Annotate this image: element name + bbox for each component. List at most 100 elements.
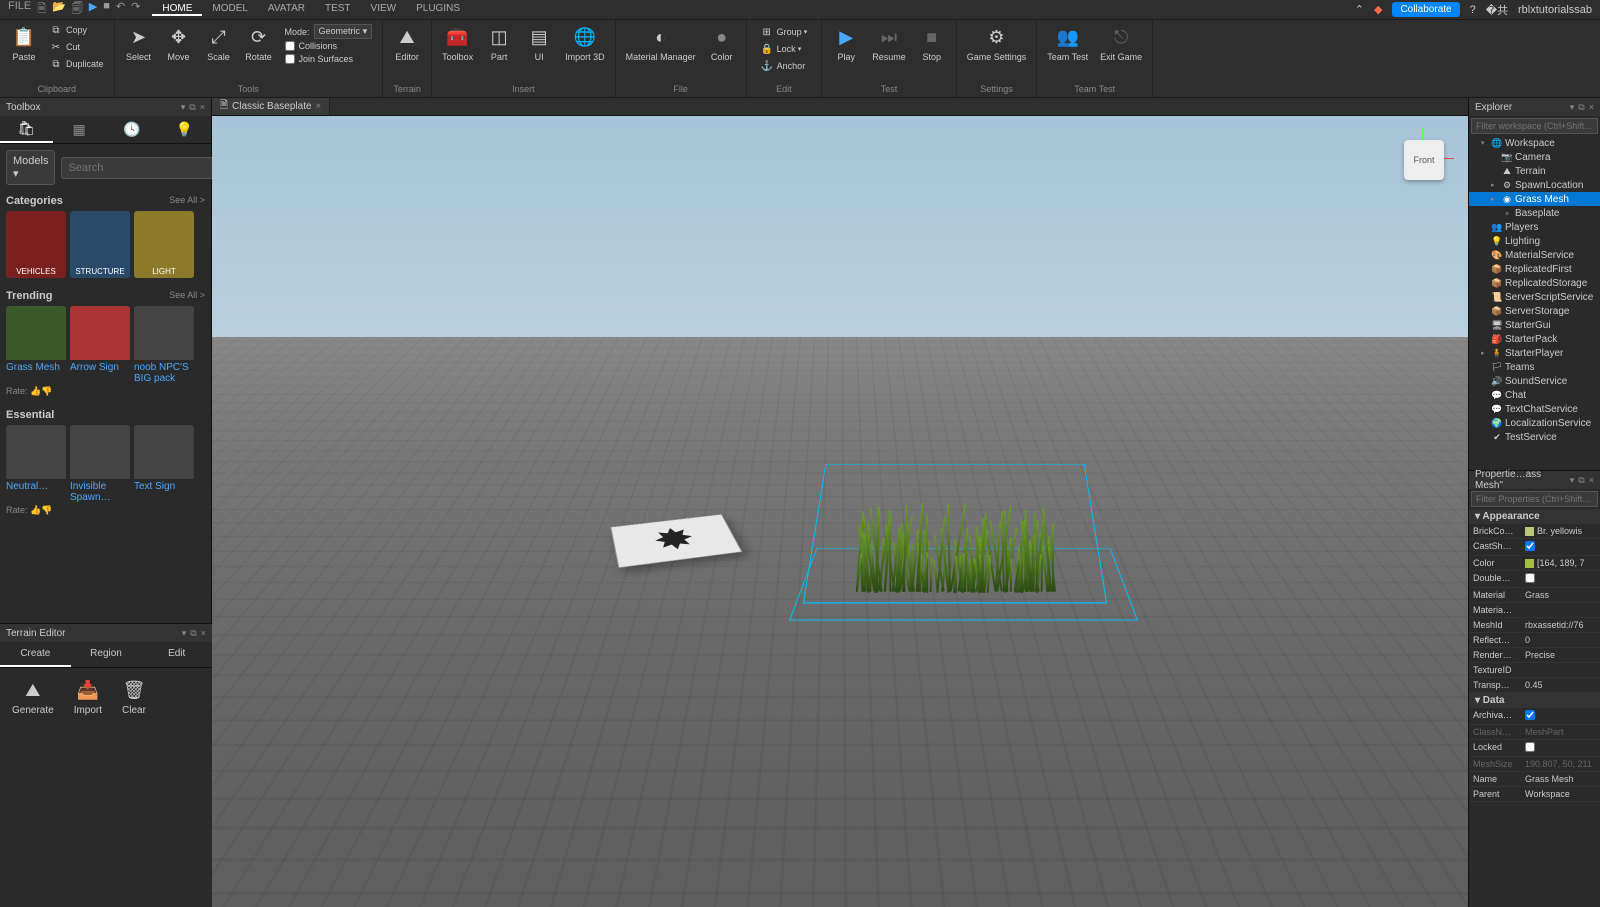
see-all-link[interactable]: See All > <box>169 195 205 207</box>
notification-icon[interactable]: ◆ <box>1374 3 1382 16</box>
asset-item[interactable]: Text Sign <box>134 425 194 505</box>
toolbox-button[interactable]: 🧰Toolbox <box>438 22 477 64</box>
explorer-filter-input[interactable] <box>1471 118 1598 134</box>
team-test-button[interactable]: 👥Team Test <box>1043 22 1092 64</box>
collaborate-button[interactable]: Collaborate <box>1392 2 1459 17</box>
tree-item-replicatedstorage[interactable]: 📦ReplicatedStorage <box>1469 276 1600 290</box>
tree-item-textchatservice[interactable]: 💬TextChatService <box>1469 402 1600 416</box>
asset-type-select[interactable]: Models ▾ <box>6 150 55 185</box>
tree-item-materialservice[interactable]: 🎨MaterialService <box>1469 248 1600 262</box>
terrain-editor-button[interactable]: ⛰Editor <box>389 22 425 64</box>
tree-item-terrain[interactable]: ⛰Terrain <box>1469 164 1600 178</box>
dropdown-icon[interactable]: ▾ <box>181 102 186 113</box>
recent-tab[interactable]: 🕓 <box>106 116 159 143</box>
redo-icon[interactable]: ↷ <box>131 0 140 19</box>
chevron-up-icon[interactable]: ⌃ <box>1355 3 1364 16</box>
asset-item[interactable]: Invisible Spawn… <box>70 425 130 505</box>
tree-item-baseplate[interactable]: ▫Baseplate <box>1469 206 1600 220</box>
prop-row[interactable]: Reflect…0 <box>1469 633 1600 648</box>
scale-tool[interactable]: ⤢Scale <box>201 22 237 64</box>
asset-item[interactable]: Neutral… <box>6 425 66 505</box>
grass-mesh-object[interactable] <box>815 448 1095 608</box>
category-vehicles[interactable]: VEHICLES <box>6 211 66 278</box>
prop-row[interactable]: Archiva… <box>1469 708 1600 725</box>
stop-button[interactable]: ■Stop <box>914 22 950 64</box>
terrain-tab-edit[interactable]: Edit <box>141 642 212 667</box>
game-settings-button[interactable]: ⚙Game Settings <box>963 22 1031 64</box>
tree-item-serverstorage[interactable]: 📦ServerStorage <box>1469 304 1600 318</box>
undo-icon[interactable]: ↶ <box>116 0 125 19</box>
group-button[interactable]: ⊞Group▾ <box>757 24 812 40</box>
stop-icon[interactable]: ■ <box>103 0 110 19</box>
prop-category[interactable]: ▾ Appearance <box>1469 509 1600 524</box>
menu-tab-model[interactable]: MODEL <box>202 3 258 16</box>
asset-item[interactable]: Arrow Sign <box>70 306 130 386</box>
popout-icon[interactable]: ⧉ <box>189 102 195 113</box>
play-button[interactable]: ▶Play <box>828 22 864 64</box>
category-structure[interactable]: STRUCTURE <box>70 211 130 278</box>
category-light[interactable]: LIGHT <box>134 211 194 278</box>
rotate-tool[interactable]: ⟳Rotate <box>241 22 277 64</box>
prop-row[interactable]: Locked <box>1469 740 1600 757</box>
save-icon[interactable]: 🗐 <box>72 0 83 19</box>
tree-item-spawnlocation[interactable]: ▸⚙SpawnLocation <box>1469 178 1600 192</box>
share-icon[interactable]: �共 <box>1486 2 1508 18</box>
mode-select[interactable]: Geometric ▾ <box>314 24 373 39</box>
popout-icon[interactable]: ⧉ <box>1578 475 1584 486</box>
terrain-import-button[interactable]: 📥Import <box>74 680 102 716</box>
play-icon[interactable]: ▶ <box>89 0 97 19</box>
resume-button[interactable]: ⏭Resume <box>868 22 910 64</box>
prop-row[interactable]: BrickCo…Br. yellowis <box>1469 524 1600 539</box>
prop-category[interactable]: ▾ Data <box>1469 693 1600 708</box>
tree-item-starterpack[interactable]: 🎒StarterPack <box>1469 332 1600 346</box>
terrain-tab-create[interactable]: Create <box>0 642 71 667</box>
tree-item-lighting[interactable]: 💡Lighting <box>1469 234 1600 248</box>
close-icon[interactable]: × <box>1589 102 1594 112</box>
tree-item-startergui[interactable]: 🖥StarterGui <box>1469 318 1600 332</box>
see-all-link[interactable]: See All > <box>169 290 205 302</box>
terrain-generate-button[interactable]: ⛰Generate <box>12 680 54 716</box>
menu-tab-home[interactable]: HOME <box>152 3 202 16</box>
join-surfaces-checkbox[interactable]: Join Surfaces <box>285 53 373 65</box>
tree-item-teams[interactable]: 🏳Teams <box>1469 360 1600 374</box>
menu-tab-avatar[interactable]: AVATAR <box>258 3 315 16</box>
thumbs-up-icon[interactable]: 👍 <box>30 386 41 396</box>
view-cube[interactable]: Front <box>1394 130 1454 190</box>
prop-row[interactable]: Color[164, 189, 7 <box>1469 556 1600 571</box>
terrain-clear-button[interactable]: 🗑Clear <box>122 680 146 716</box>
tree-item-players[interactable]: 👥Players <box>1469 220 1600 234</box>
color-button[interactable]: ●Color <box>704 22 740 64</box>
material-manager-button[interactable]: ◐Material Manager <box>622 22 700 64</box>
terrain-tab-region[interactable]: Region <box>71 642 142 667</box>
dropdown-icon[interactable]: ▾ <box>182 628 187 639</box>
cut-button[interactable]: ✂Cut <box>46 39 108 55</box>
tree-item-workspace[interactable]: ▾🌐Workspace <box>1469 136 1600 150</box>
search-input[interactable] <box>61 157 217 179</box>
marketplace-tab[interactable]: 🛍 <box>0 116 53 143</box>
tab-classic-baseplate[interactable]: 🗎 Classic Baseplate × <box>212 98 330 115</box>
tree-item-replicatedfirst[interactable]: 📦ReplicatedFirst <box>1469 262 1600 276</box>
creations-tab[interactable]: 💡 <box>158 116 211 143</box>
tree-item-localizationservice[interactable]: 🌍LocalizationService <box>1469 416 1600 430</box>
tree-item-chat[interactable]: 💬Chat <box>1469 388 1600 402</box>
close-icon[interactable]: × <box>1589 475 1594 485</box>
help-icon[interactable]: ? <box>1470 4 1476 16</box>
properties-filter-input[interactable] <box>1471 491 1598 507</box>
prop-row[interactable]: Double… <box>1469 571 1600 588</box>
part-button[interactable]: ◫Part <box>481 22 517 64</box>
import-3d-button[interactable]: 🌐Import 3D <box>561 22 609 64</box>
asset-item[interactable]: Grass Mesh <box>6 306 66 386</box>
thumbs-up-icon[interactable]: 👍 <box>30 505 41 515</box>
open-icon[interactable]: 📂 <box>52 0 66 19</box>
thumbs-down-icon[interactable]: 👎 <box>41 386 52 396</box>
prop-row[interactable]: TextureID <box>1469 663 1600 678</box>
close-icon[interactable]: × <box>201 628 206 638</box>
ui-button[interactable]: ▤UI <box>521 22 557 64</box>
menu-tab-view[interactable]: VIEW <box>361 3 407 16</box>
prop-row[interactable]: MaterialGrass <box>1469 588 1600 603</box>
menu-tab-test[interactable]: TEST <box>315 3 361 16</box>
close-icon[interactable]: × <box>200 102 205 112</box>
thumbs-down-icon[interactable]: 👎 <box>41 505 52 515</box>
user-label[interactable]: rblxtutorialssab <box>1518 4 1592 16</box>
tree-item-testservice[interactable]: ✔TestService <box>1469 430 1600 444</box>
